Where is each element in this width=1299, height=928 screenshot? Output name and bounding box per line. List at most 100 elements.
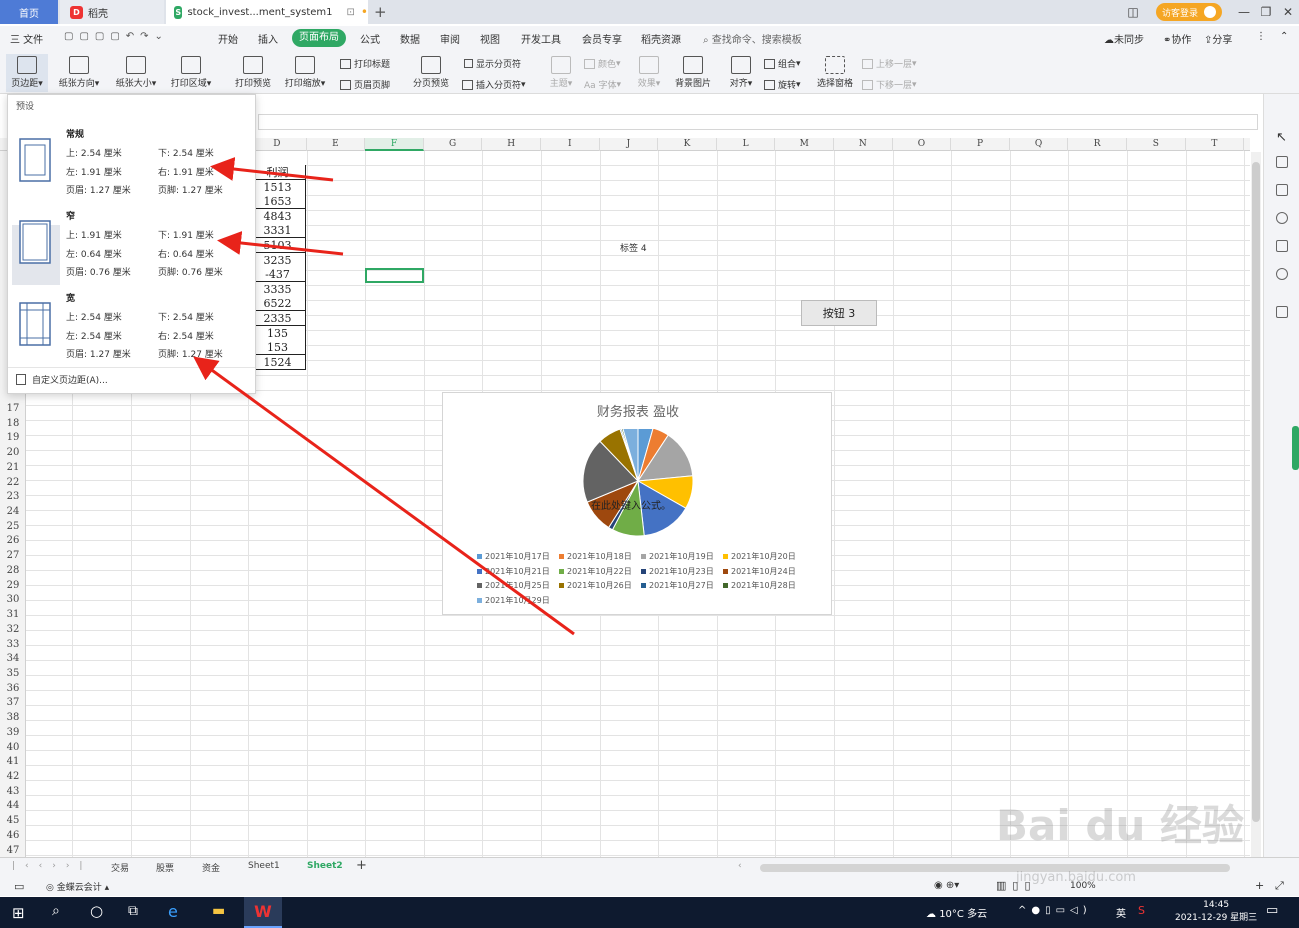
print-titles-button[interactable]: 打印标题: [340, 57, 390, 70]
zoom-in-icon[interactable]: +: [1255, 879, 1264, 892]
align-button[interactable]: 对齐▾: [726, 56, 756, 89]
menu-review[interactable]: 审阅: [440, 31, 460, 46]
minimize-icon[interactable]: —: [1235, 3, 1253, 21]
bring-forward-button[interactable]: 上移一层 ▾: [862, 57, 917, 70]
notification-icon[interactable]: ▭: [1266, 903, 1278, 918]
new-tab-plus-icon[interactable]: +: [374, 0, 387, 24]
eye-protect-icon[interactable]: ◉ ⊕▾: [934, 880, 959, 891]
row-header-39[interactable]: 39: [0, 725, 26, 740]
header-footer-button[interactable]: 页眉页脚: [340, 78, 390, 91]
taskbar-clock[interactable]: 14:45 2021-12-29 星期三: [1175, 899, 1257, 925]
window-layout-icon[interactable]: ◫: [1124, 3, 1142, 21]
column-header-j[interactable]: J: [600, 138, 659, 151]
task-view-icon[interactable]: ⧉: [128, 903, 138, 919]
column-header-r[interactable]: R: [1068, 138, 1127, 151]
row-header-42[interactable]: 42: [0, 769, 26, 784]
page-margins-button[interactable]: 页边距▾: [6, 54, 48, 92]
cell-d-value[interactable]: 1653: [249, 194, 306, 210]
collapse-ribbon-icon[interactable]: ⌃: [1280, 31, 1288, 42]
fonts-button[interactable]: Aa 字体 ▾: [584, 78, 621, 92]
row-header-30[interactable]: 30: [0, 592, 26, 607]
side-panel-handle[interactable]: [1292, 426, 1299, 470]
help-icon[interactable]: [1276, 212, 1288, 224]
row-header-47[interactable]: 47: [0, 843, 26, 858]
theme-button[interactable]: 主题▾: [546, 56, 576, 89]
form-button-3[interactable]: 按钮 3: [801, 300, 877, 326]
sogou-icon[interactable]: S: [1138, 904, 1145, 917]
sync-status[interactable]: ☁未同步: [1104, 31, 1144, 46]
show-page-breaks-checkbox[interactable]: 显示分页符: [464, 57, 521, 70]
selected-cell[interactable]: [365, 268, 424, 283]
insert-page-break-button[interactable]: 插入分页符 ▾: [462, 78, 526, 91]
ie-browser-icon[interactable]: e: [168, 902, 178, 921]
cell-d-value[interactable]: 3335: [249, 281, 306, 297]
cell-d-value[interactable]: 2335: [249, 311, 306, 326]
menu-daoke-resources[interactable]: 稻壳资源: [641, 31, 681, 46]
column-header-p[interactable]: P: [951, 138, 1010, 151]
cell-d-value[interactable]: 135: [249, 325, 306, 341]
row-header-44[interactable]: 44: [0, 798, 26, 813]
horizontal-scrollbar[interactable]: [760, 864, 1230, 872]
menu-developer[interactable]: 开发工具: [521, 31, 561, 46]
menu-page-layout[interactable]: 页面布局: [292, 29, 346, 47]
select-pointer-icon[interactable]: ↖: [1276, 130, 1288, 145]
windows-start-icon[interactable]: ⊞: [12, 904, 25, 922]
sheet-tab-sheet1[interactable]: Sheet1: [248, 861, 280, 871]
column-header-g[interactable]: G: [424, 138, 483, 151]
kingdee-app[interactable]: ◎ 金蝶云会计 ▴: [46, 880, 109, 893]
image-icon[interactable]: [1276, 240, 1288, 252]
column-header-t[interactable]: T: [1186, 138, 1245, 151]
formula-input[interactable]: [258, 114, 1258, 130]
share-button[interactable]: ⇪分享: [1204, 31, 1232, 46]
row-header-23[interactable]: 23: [0, 489, 26, 504]
close-icon[interactable]: ✕: [1279, 3, 1297, 21]
selection-pane-button[interactable]: 选择窗格: [814, 56, 856, 89]
row-header-35[interactable]: 35: [0, 666, 26, 681]
file-explorer-icon[interactable]: ▬: [212, 903, 225, 919]
preset-wide[interactable]: 宽 上: 2.54 厘米 下: 2.54 厘米 左: 2.54 厘米 右: 2.…: [8, 291, 257, 371]
menu-member[interactable]: 会员专享: [582, 31, 622, 46]
print-scale-button[interactable]: 打印缩放▾: [280, 56, 330, 89]
row-header-37[interactable]: 37: [0, 695, 26, 710]
menu-view[interactable]: 视图: [480, 31, 500, 46]
add-sheet-icon[interactable]: +: [356, 858, 367, 873]
cell-d-value[interactable]: 153: [249, 340, 306, 356]
row-header-34[interactable]: 34: [0, 651, 26, 666]
row-header-27[interactable]: 27: [0, 548, 26, 563]
sheet-tab-stock[interactable]: 股票: [156, 861, 174, 874]
group-button[interactable]: 组合 ▾: [764, 57, 801, 70]
menu-formula[interactable]: 公式: [360, 31, 380, 46]
fullscreen-icon[interactable]: ⤢: [1275, 879, 1284, 893]
send-backward-button[interactable]: 下移一层 ▾: [862, 78, 917, 91]
column-header-o[interactable]: O: [893, 138, 952, 151]
format-icon[interactable]: [1276, 184, 1288, 196]
hscroll-left-icon[interactable]: ‹: [738, 861, 742, 871]
tab-spreadsheet-file[interactable]: S stock_invest...ment_system1 ⊡ •: [166, 0, 368, 24]
vertical-scrollbar[interactable]: [1251, 152, 1261, 857]
sheet-tab-sheet2[interactable]: Sheet2: [307, 861, 343, 871]
cell-d-value[interactable]: -437: [249, 267, 306, 283]
menu-home[interactable]: 开始: [218, 31, 238, 46]
sheet-tab-trade[interactable]: 交易: [111, 861, 129, 874]
row-header-46[interactable]: 46: [0, 828, 26, 843]
custom-margins-item[interactable]: 自定义页边距(A)...: [16, 373, 108, 386]
row-header-20[interactable]: 20: [0, 445, 26, 460]
row-header-33[interactable]: 33: [0, 637, 26, 652]
vertical-scroll-thumb[interactable]: [1252, 162, 1260, 822]
compass-icon[interactable]: [1276, 268, 1288, 280]
cell-d-value[interactable]: 1513: [249, 179, 306, 195]
file-menu[interactable]: 三 文件: [10, 31, 43, 46]
search-command-box[interactable]: ⌕ 查找命令、搜索模板: [703, 31, 802, 46]
column-header-l[interactable]: L: [717, 138, 776, 151]
quick-access-icons[interactable]: ▢▢▢▢↶↷⌄: [64, 31, 169, 42]
row-header-40[interactable]: 40: [0, 740, 26, 755]
preset-narrow[interactable]: 窄 上: 1.91 厘米 下: 1.91 厘米 左: 0.64 厘米 右: 0.…: [8, 209, 257, 289]
row-header-21[interactable]: 21: [0, 460, 26, 475]
weather-widget[interactable]: ☁ 10°C 多云: [926, 905, 987, 920]
column-header-f[interactable]: F: [365, 138, 424, 151]
row-header-41[interactable]: 41: [0, 754, 26, 769]
row-header-36[interactable]: 36: [0, 681, 26, 696]
search-icon[interactable]: ⌕: [52, 903, 60, 919]
preset-normal[interactable]: 常规 上: 2.54 厘米 下: 2.54 厘米 左: 1.91 厘米 右: 1…: [8, 127, 257, 207]
cortana-icon[interactable]: ○: [90, 902, 103, 920]
